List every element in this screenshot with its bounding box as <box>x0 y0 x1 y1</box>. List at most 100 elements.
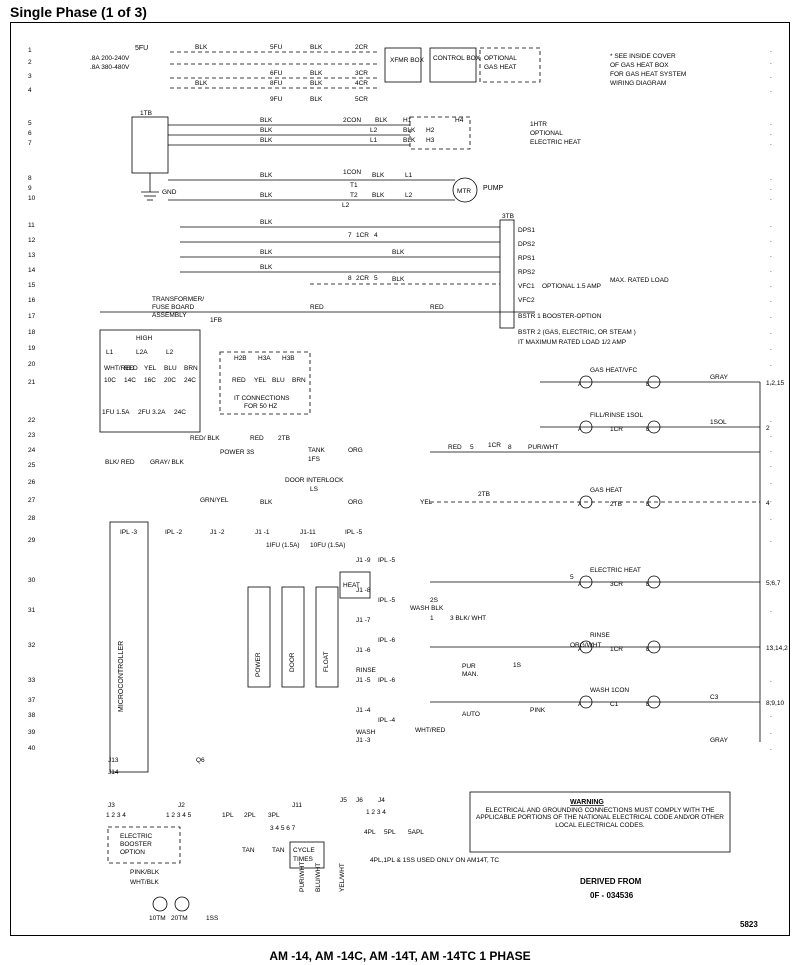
microcontroller <box>110 522 148 772</box>
svg-text:DOOR INTERLOCK: DOOR INTERLOCK <box>285 477 344 484</box>
svg-text:J6: J6 <box>356 797 363 804</box>
svg-text:BLK: BLK <box>260 192 273 199</box>
svg-text:.: . <box>770 345 772 352</box>
wiring-diagram: 1.2.3.4.5.6.7.8.9.10.11.12.13.14.15.16.1… <box>10 22 788 934</box>
fuse-label: 5FU <box>135 45 148 52</box>
svg-text:BLK: BLK <box>310 80 323 87</box>
control-box <box>430 48 476 82</box>
svg-text:L2: L2 <box>342 202 350 209</box>
svg-text:WIRING DIAGRAM: WIRING DIAGRAM <box>610 80 666 87</box>
svg-text:BLK: BLK <box>260 127 273 134</box>
svg-text:IT CONNECTIONS: IT CONNECTIONS <box>234 395 290 402</box>
svg-text:BLK: BLK <box>260 137 273 144</box>
svg-text:BLK: BLK <box>260 219 273 226</box>
svg-text:FILL/RINSE 1SOL: FILL/RINSE 1SOL <box>590 412 643 419</box>
svg-text:4: 4 <box>28 87 32 94</box>
svg-text:30: 30 <box>28 577 36 584</box>
svg-text:WASH BLK: WASH BLK <box>410 605 444 612</box>
svg-text:MAN.: MAN. <box>462 671 478 678</box>
svg-text:5CR: 5CR <box>355 96 368 103</box>
svg-text:1CR: 1CR <box>488 442 501 449</box>
svg-text:FOR 50 HZ: FOR 50 HZ <box>244 403 277 410</box>
svg-text:9FU: 9FU <box>270 96 283 103</box>
svg-text:2CR: 2CR <box>356 275 369 282</box>
svg-text:17: 17 <box>28 313 36 320</box>
svg-text:* SEE INSIDE COVER: * SEE INSIDE COVER <box>610 53 676 60</box>
svg-text:.: . <box>770 222 772 229</box>
svg-text:IPL -5: IPL -5 <box>378 597 395 604</box>
warning-text: ELECTRICAL AND GROUNDING CONNECTIONS MUS… <box>475 807 725 829</box>
svg-text:15: 15 <box>28 282 36 289</box>
svg-text:ELECTRIC: ELECTRIC <box>120 833 152 840</box>
svg-text:VFC2: VFC2 <box>518 297 535 304</box>
svg-text:3TB: 3TB <box>502 213 514 220</box>
svg-text:6FU: 6FU <box>270 70 283 77</box>
svg-text:31: 31 <box>28 607 36 614</box>
svg-text:ELECTRIC HEAT: ELECTRIC HEAT <box>530 139 581 146</box>
svg-text:BLU: BLU <box>164 365 177 372</box>
svg-text:J1 -5: J1 -5 <box>356 677 371 684</box>
svg-text:32: 32 <box>28 642 36 649</box>
svg-text:22: 22 <box>28 417 36 424</box>
svg-text:8: 8 <box>508 444 512 451</box>
svg-text:J1 -2: J1 -2 <box>210 529 225 536</box>
svg-text:POWER 3S: POWER 3S <box>220 449 255 456</box>
svg-text:4PL: 4PL <box>364 829 376 836</box>
svg-text:.: . <box>770 120 772 127</box>
top-note: * SEE INSIDE COVEROF GAS HEAT BOXFOR GAS… <box>610 53 686 87</box>
svg-text:WASH 1CON: WASH 1CON <box>590 687 629 694</box>
svg-text:YEL/WHT: YEL/WHT <box>339 863 346 892</box>
svg-text:BLK: BLK <box>310 70 323 77</box>
svg-text:1FS: 1FS <box>308 456 321 463</box>
svg-text:RED: RED <box>430 304 444 311</box>
svg-text:1HTR: 1HTR <box>530 121 547 128</box>
svg-text:6: 6 <box>28 130 32 137</box>
svg-text:14: 14 <box>28 267 36 274</box>
svg-text:.: . <box>770 677 772 684</box>
svg-text:LS: LS <box>310 486 319 493</box>
svg-text:DOOR: DOOR <box>289 652 296 672</box>
svg-text:BRN: BRN <box>184 365 198 372</box>
svg-text:10C: 10C <box>104 377 116 384</box>
itb-block <box>132 117 168 173</box>
svg-text:1FU 1.5A: 1FU 1.5A <box>102 409 130 416</box>
svg-text:TRANSFORMER/: TRANSFORMER/ <box>152 296 204 303</box>
svg-text:L1: L1 <box>370 137 378 144</box>
svg-text:1FB: 1FB <box>210 317 222 324</box>
svg-text:ORG: ORG <box>348 499 363 506</box>
svg-text:BLK: BLK <box>372 172 385 179</box>
svg-text:.: . <box>770 195 772 202</box>
svg-text:FOR GAS HEAT SYSTEM: FOR GAS HEAT SYSTEM <box>610 71 686 78</box>
svg-text:YEL: YEL <box>254 377 267 384</box>
svg-text:CONTROL BOX: CONTROL BOX <box>433 55 481 62</box>
svg-text:7: 7 <box>348 232 352 239</box>
svg-text:BLK: BLK <box>403 137 416 144</box>
svg-text:.: . <box>770 745 772 752</box>
svg-text:L1: L1 <box>106 349 114 356</box>
svg-text:8: 8 <box>28 175 32 182</box>
svg-text:BLK: BLK <box>260 264 273 271</box>
svg-text:1TB: 1TB <box>140 110 152 117</box>
svg-text:PINK/BLK: PINK/BLK <box>130 869 160 876</box>
svg-text:.: . <box>770 479 772 486</box>
svg-text:.8A 200-240V: .8A 200-240V <box>90 55 130 62</box>
svg-text:J1 -6: J1 -6 <box>356 647 371 654</box>
svg-text:J1 -9: J1 -9 <box>356 557 371 564</box>
svg-text:16C: 16C <box>144 377 156 384</box>
svg-text:BLK: BLK <box>260 249 273 256</box>
svg-text:IPL -6: IPL -6 <box>378 677 395 684</box>
svg-text:RED: RED <box>232 377 246 384</box>
svg-text:IPL -5: IPL -5 <box>345 529 362 536</box>
svg-text:5: 5 <box>570 574 574 581</box>
svg-text:9: 9 <box>28 185 32 192</box>
svg-text:.: . <box>770 313 772 320</box>
svg-text:RINSE: RINSE <box>590 632 611 639</box>
svg-text:PINK: PINK <box>530 707 546 714</box>
svg-text:BLK: BLK <box>392 249 405 256</box>
svg-text:J1 -3: J1 -3 <box>356 737 371 744</box>
svg-text:12: 12 <box>28 237 36 244</box>
svg-text:40: 40 <box>28 745 36 752</box>
svg-text:RED: RED <box>310 304 324 311</box>
svg-text:20: 20 <box>28 361 36 368</box>
svg-text:.: . <box>770 361 772 368</box>
